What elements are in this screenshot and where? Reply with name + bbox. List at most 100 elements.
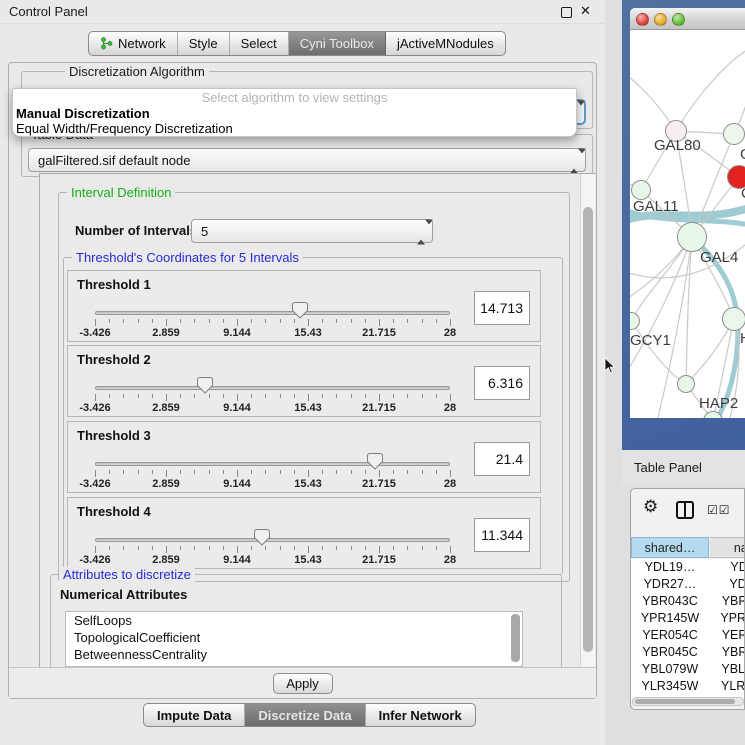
threshold-2-thumb[interactable] xyxy=(197,377,213,394)
threshold-4-thumb[interactable] xyxy=(254,529,270,546)
threshold-2-track[interactable] xyxy=(95,386,450,390)
columns-icon[interactable] xyxy=(676,501,694,519)
tick-label: 9.144 xyxy=(207,478,267,490)
tick-mark xyxy=(393,546,394,550)
threshold-4-track[interactable] xyxy=(95,538,450,542)
tick-label: 28 xyxy=(420,327,480,339)
tick-mark xyxy=(166,319,167,326)
tab-network[interactable]: Network xyxy=(89,32,178,55)
tick-mark xyxy=(166,394,167,401)
tick-mark xyxy=(166,546,167,553)
table-row[interactable]: YBR045CYBR045C xyxy=(631,644,745,661)
attribute-item-selfloops[interactable]: SelfLoops xyxy=(66,612,522,629)
tick-label: 15.43 xyxy=(278,327,338,339)
apply-button[interactable]: Apply xyxy=(273,673,333,694)
cell-shared-name: YDR27… xyxy=(631,576,709,593)
tick-mark xyxy=(138,394,139,398)
cell-name: YPR145W xyxy=(710,610,745,627)
group-title: Discretization Algorithm xyxy=(65,64,209,79)
tick-mark xyxy=(265,394,266,398)
table-row[interactable]: YDR27…YDR27 xyxy=(631,576,745,593)
table-row[interactable]: YER054CYER054C xyxy=(631,627,745,644)
cell-name: YDR27 xyxy=(710,576,745,593)
tick-mark xyxy=(294,319,295,323)
scrollbar-thumb[interactable] xyxy=(583,207,593,652)
gear-icon[interactable]: ⚙ xyxy=(643,497,658,517)
close-traffic-light-icon[interactable] xyxy=(636,13,649,26)
tab-impute-data[interactable]: Impute Data xyxy=(144,704,245,726)
tick-mark xyxy=(109,319,110,323)
tick-label: 2.859 xyxy=(136,402,196,414)
node-label: GAL4 xyxy=(700,249,738,266)
table-row[interactable]: YLR345WYLR345W xyxy=(631,678,745,695)
tick-mark xyxy=(209,546,210,550)
network-node-gal4[interactable] xyxy=(677,222,707,252)
numerical-attributes-list[interactable]: SelfLoopsTopologicalCoefficientBetweenne… xyxy=(65,611,523,667)
tick-mark xyxy=(379,394,380,401)
checkbox-icons[interactable]: ☑☑ xyxy=(707,503,731,517)
combo-arrows-icon xyxy=(417,225,425,238)
tick-mark xyxy=(365,546,366,550)
float-panel-icon[interactable] xyxy=(561,7,572,18)
network-icon xyxy=(100,37,113,50)
threshold-2-value-field[interactable]: 6.316 xyxy=(474,366,530,400)
tick-mark xyxy=(322,319,323,323)
network-node-hap2[interactable] xyxy=(677,375,695,393)
zoom-traffic-light-icon[interactable] xyxy=(672,13,685,26)
scrollbar-thumb[interactable] xyxy=(635,699,735,704)
network-node-ga[interactable] xyxy=(723,123,745,145)
threshold-3-value-field[interactable]: 21.4 xyxy=(474,442,530,476)
tick-mark xyxy=(379,546,380,553)
threshold-1-track[interactable] xyxy=(95,311,450,315)
cell-shared-name: YPR145W xyxy=(631,610,709,627)
attribute-item-topologicalcoefficient[interactable]: TopologicalCoefficient xyxy=(66,629,522,646)
threshold-3-thumb[interactable] xyxy=(367,453,383,470)
table-data-select[interactable]: galFiltered.sif default node xyxy=(28,148,586,172)
tab-select[interactable]: Select xyxy=(230,32,289,55)
tick-mark xyxy=(365,319,366,323)
group-title: Attributes to discretize xyxy=(59,567,195,582)
close-panel-icon[interactable]: ✕ xyxy=(580,3,591,19)
dropdown-option-manual-discretization[interactable]: Manual Discretization xyxy=(16,106,150,121)
list-scrollbar[interactable] xyxy=(511,614,520,662)
network-window-titlebar[interactable] xyxy=(630,8,745,30)
table-row[interactable]: YPR145WYPR145W xyxy=(631,610,745,627)
network-node-gal11[interactable] xyxy=(631,180,651,200)
apply-row: Apply xyxy=(9,667,596,698)
attribute-item-betweennesscentrality[interactable]: BetweennessCentrality xyxy=(66,646,522,663)
table-row[interactable]: YBL079WYBL079W xyxy=(631,661,745,678)
tick-mark xyxy=(407,546,408,550)
column-header-shared-name[interactable]: shared… xyxy=(631,537,709,558)
network-canvas[interactable]: GAL80GACGAL11GAL4GCY1HHAP2 xyxy=(630,30,745,418)
number-of-intervals-select[interactable]: 5 xyxy=(191,219,433,243)
tab-infer-network[interactable]: Infer Network xyxy=(366,704,475,726)
network-node-h[interactable] xyxy=(722,307,745,331)
dropdown-option-equal-width-frequency[interactable]: Equal Width/Frequency Discretization xyxy=(16,121,233,136)
tick-mark xyxy=(450,546,451,553)
tick-mark xyxy=(237,470,238,477)
tick-mark xyxy=(223,470,224,474)
threshold-1-thumb[interactable] xyxy=(292,302,308,319)
tick-mark xyxy=(180,470,181,474)
threshold-3-track[interactable] xyxy=(95,462,450,466)
attributes-group: Attributes to discretize Numerical Attri… xyxy=(50,574,562,669)
tick-mark xyxy=(351,394,352,398)
tick-mark xyxy=(209,319,210,323)
tick-mark xyxy=(152,319,153,323)
threshold-4-value-field[interactable]: 11.344 xyxy=(474,518,530,552)
table-row[interactable]: YBR043CYBR043C xyxy=(631,593,745,610)
tab-style[interactable]: Style xyxy=(178,32,230,55)
tab-discretize-data[interactable]: Discretize Data xyxy=(245,704,365,726)
tick-label: -3.426 xyxy=(65,402,125,414)
threshold-1-value-field[interactable]: 14.713 xyxy=(474,291,530,325)
minimize-traffic-light-icon[interactable] xyxy=(654,13,667,26)
tick-mark xyxy=(194,470,195,474)
tick-mark xyxy=(436,470,437,474)
horizontal-scrollbar[interactable] xyxy=(632,697,744,706)
column-header-name[interactable]: name xyxy=(710,537,745,558)
tab-cyni-toolbox[interactable]: Cyni Toolbox xyxy=(289,32,386,55)
panel-scrollbar[interactable] xyxy=(580,174,595,668)
table-row[interactable]: YDL19…YDL19 xyxy=(631,559,745,576)
tab-jactivemnodules[interactable]: jActiveMNodules xyxy=(386,32,505,55)
tick-mark xyxy=(322,470,323,474)
